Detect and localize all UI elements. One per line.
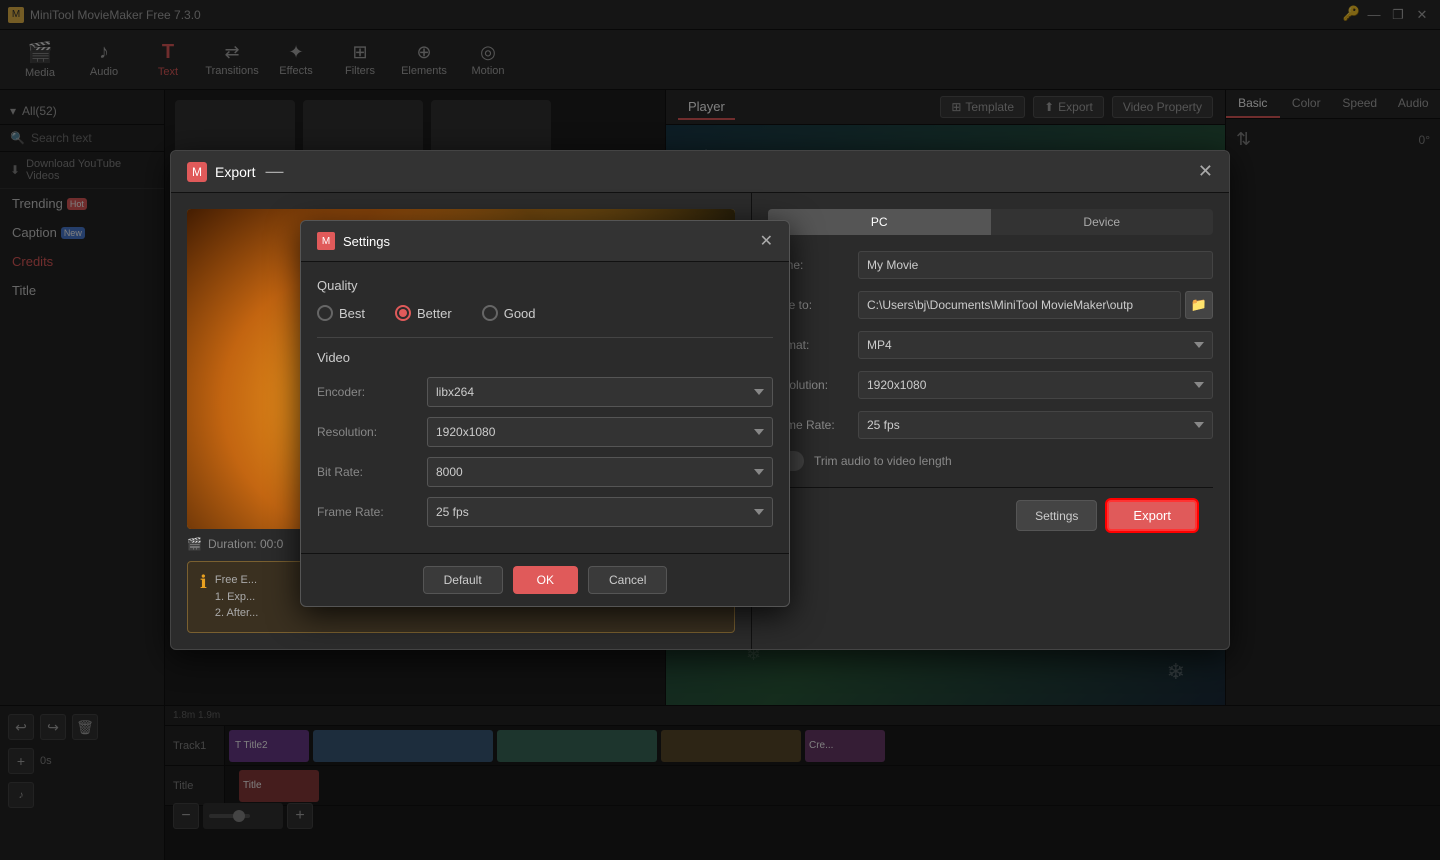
- bitrate-label: Bit Rate:: [317, 465, 427, 479]
- export-dialog-icon: M: [187, 162, 207, 182]
- settings-resolution-label: Resolution:: [317, 425, 427, 439]
- quality-better[interactable]: Better: [395, 305, 452, 321]
- radio-best: [317, 305, 333, 321]
- settings-resolution-select[interactable]: 1920x1080 1280x720: [427, 417, 773, 447]
- export-format-row: Format: MP4 MOV AVI: [768, 331, 1213, 359]
- export-framerate-row: Frame Rate: 25 fps 30 fps 60 fps: [768, 411, 1213, 439]
- saveto-input[interactable]: [858, 291, 1181, 319]
- quality-options: Best Better Good: [317, 305, 773, 321]
- browse-btn[interactable]: 📁: [1185, 291, 1213, 319]
- export-close-btn[interactable]: ✕: [1198, 161, 1213, 182]
- settings-framerate-row: Frame Rate: 25 fps 30 fps: [317, 497, 773, 527]
- trim-label: Trim audio to video length: [814, 454, 952, 468]
- notice-text-content: Free E... 1. Exp... 2. After...: [215, 572, 258, 622]
- name-input[interactable]: [858, 251, 1213, 279]
- settings-cancel-btn[interactable]: Cancel: [588, 566, 667, 594]
- settings-close-btn[interactable]: ✕: [760, 231, 773, 251]
- export-resolution-row: Resolution: 1920x1080 1280x720 3840x2160: [768, 371, 1213, 399]
- export-tab-device[interactable]: Device: [991, 209, 1214, 235]
- settings-framerate-select[interactable]: 25 fps 30 fps: [427, 497, 773, 527]
- radio-better-fill: [399, 309, 407, 317]
- export-dialog-footer: Settings Export: [768, 487, 1213, 543]
- export-minimize-btn[interactable]: —: [265, 161, 283, 182]
- film-icon: 🎬: [187, 537, 202, 551]
- quality-best-label: Best: [339, 306, 365, 321]
- trim-row: Trim audio to video length: [768, 451, 1213, 471]
- format-select[interactable]: MP4 MOV AVI: [858, 331, 1213, 359]
- resolution-select[interactable]: 1920x1080 1280x720 3840x2160: [858, 371, 1213, 399]
- settings-dialog-body: Quality Best Better Good: [301, 262, 789, 553]
- duration-text: Duration: 00:0: [208, 537, 283, 551]
- info-icon: ℹ: [200, 572, 207, 622]
- export-tab-pc[interactable]: PC: [768, 209, 991, 235]
- export-name-row: Name:: [768, 251, 1213, 279]
- export-dialog-title: Export: [215, 164, 255, 180]
- quality-good-label: Good: [504, 306, 536, 321]
- settings-ok-btn[interactable]: OK: [513, 566, 578, 594]
- framerate-select[interactable]: 25 fps 30 fps 60 fps: [858, 411, 1213, 439]
- settings-footer: Default OK Cancel: [301, 553, 789, 606]
- video-section-title: Video: [317, 350, 773, 365]
- quality-good[interactable]: Good: [482, 305, 536, 321]
- export-tabs: PC Device: [768, 209, 1213, 235]
- export-dialog-title-bar: M Export — ✕: [171, 151, 1229, 193]
- radio-better: [395, 305, 411, 321]
- quality-best[interactable]: Best: [317, 305, 365, 321]
- settings-title-bar: M Settings ✕: [301, 221, 789, 262]
- settings-dialog-title: Settings: [343, 234, 390, 249]
- settings-dialog-icon: M: [317, 232, 335, 250]
- settings-default-btn[interactable]: Default: [423, 566, 503, 594]
- quality-title: Quality: [317, 278, 773, 293]
- settings-bitrate-row: Bit Rate: 8000 16000: [317, 457, 773, 487]
- encoder-select[interactable]: libx264 libx265: [427, 377, 773, 407]
- export-export-btn[interactable]: Export: [1107, 500, 1197, 531]
- settings-resolution-row: Resolution: 1920x1080 1280x720: [317, 417, 773, 447]
- export-saveto-row: Save to: 📁: [768, 291, 1213, 319]
- settings-framerate-label: Frame Rate:: [317, 505, 427, 519]
- radio-good: [482, 305, 498, 321]
- encoder-label: Encoder:: [317, 385, 427, 399]
- settings-dialog: M Settings ✕ Quality Best Better: [300, 220, 790, 607]
- bitrate-select[interactable]: 8000 16000: [427, 457, 773, 487]
- export-settings-btn[interactable]: Settings: [1016, 500, 1097, 531]
- quality-section: Quality Best Better Good: [317, 278, 773, 321]
- section-divider: [317, 337, 773, 338]
- quality-better-label: Better: [417, 306, 452, 321]
- export-settings: PC Device Name: Save to: 📁 Format: MP4 M…: [751, 193, 1229, 649]
- saveto-input-group: 📁: [858, 291, 1213, 319]
- settings-encoder-row: Encoder: libx264 libx265: [317, 377, 773, 407]
